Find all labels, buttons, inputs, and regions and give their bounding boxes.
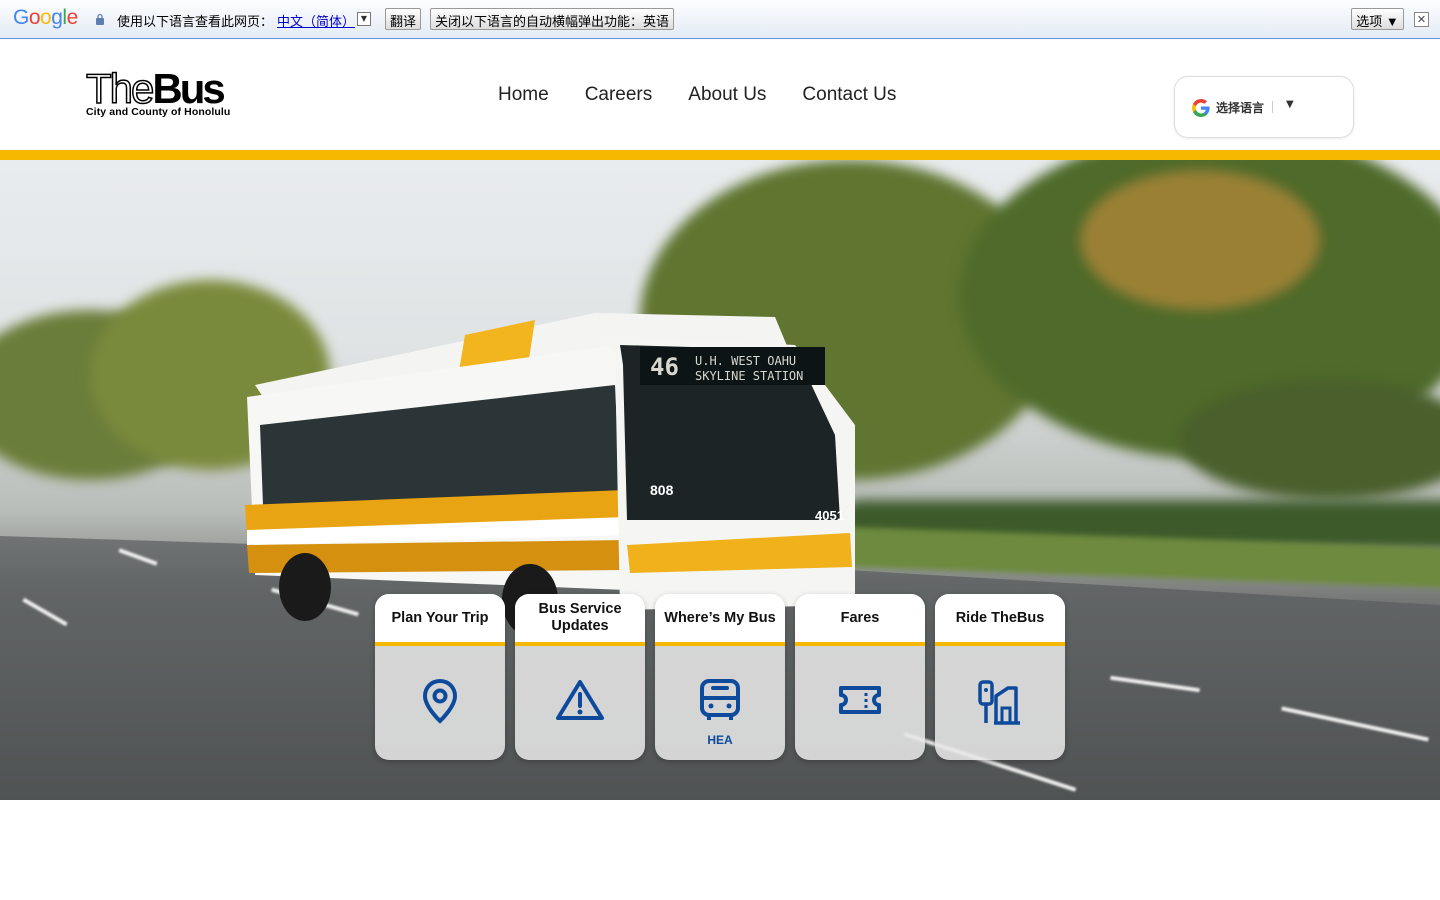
bus-destination-line1: U.H. WEST OAHU [695,354,796,368]
bus-destination-line2: SKYLINE STATION [695,369,803,383]
translate-bar: Google 使用以下语言查看此网页： 中文（简体） ▼ 翻译 关闭以下语言的自… [0,0,1440,39]
chevron-down-icon[interactable]: ▼ [357,12,371,26]
bus-icon [700,679,740,720]
card-title: Plan Your Trip [375,594,505,646]
close-icon[interactable]: ✕ [1414,12,1429,27]
language-select-label: 选择语言 [1216,101,1265,115]
lock-icon [96,13,104,25]
map-pin-icon [422,678,458,724]
bus-plate-number: 808 [650,482,674,498]
main-nav: Home Careers About Us Contact Us [498,84,896,106]
site-header: TheBus City and County of Honolulu Home … [0,40,1440,150]
nav-home[interactable]: Home [498,84,549,106]
ticket-icon [839,686,881,714]
translate-language-link[interactable]: 中文（简体） [277,11,355,30]
logo-subtitle: City and County of Honolulu [86,106,231,118]
warning-icon [556,680,604,720]
nav-contact-us[interactable]: Contact Us [802,84,896,106]
nav-about-us[interactable]: About Us [688,84,766,106]
card-plan-your-trip[interactable]: Plan Your Trip [375,594,505,760]
card-title: Where’s My Bus [655,594,785,646]
divider [1272,101,1273,113]
card-bus-service-updates[interactable]: Bus Service Updates [515,594,645,760]
logo-wordmark: TheBus [85,65,226,112]
bus-fleet-number: 4051 [815,508,844,523]
card-note: HEA [707,733,733,747]
card-title: Ride TheBus [935,594,1065,646]
chevron-down-icon: ▼ [1286,99,1294,110]
card-title: Bus Service Updates [515,594,645,646]
thebus-logo[interactable]: TheBus City and County of Honolulu [85,65,231,118]
card-wheres-my-bus[interactable]: Where’s My Bus HEA [655,594,785,760]
accent-strip [0,150,1440,160]
translate-prompt: 使用以下语言查看此网页： [117,15,274,30]
card-ride-thebus[interactable]: Ride TheBus [935,594,1065,760]
card-fares[interactable]: Fares [795,594,925,760]
quick-links: Plan Your Trip Bus Service Updates Where… [375,594,1065,760]
bus-stop-icon [978,680,1020,725]
bus-photo: 46 U.H. WEST OAHU SKYLINE STATION 808 40… [245,313,855,635]
google-logo: Google [13,6,78,29]
options-button[interactable]: 选项 ▼ [1351,8,1404,30]
card-title: Fares [795,594,925,646]
nav-careers[interactable]: Careers [585,84,653,106]
google-g-icon [1192,99,1210,117]
bus-route-number: 46 [650,353,679,381]
translate-button[interactable]: 翻译 [385,8,421,30]
hero-image: 46 U.H. WEST OAHU SKYLINE STATION 808 40… [0,160,1440,800]
language-select[interactable]: 选择语言 ▼ [1174,76,1354,138]
tree-foliage [1080,170,1320,310]
never-translate-button[interactable]: 关闭以下语言的自动横幅弹出功能：英语 [430,8,674,30]
